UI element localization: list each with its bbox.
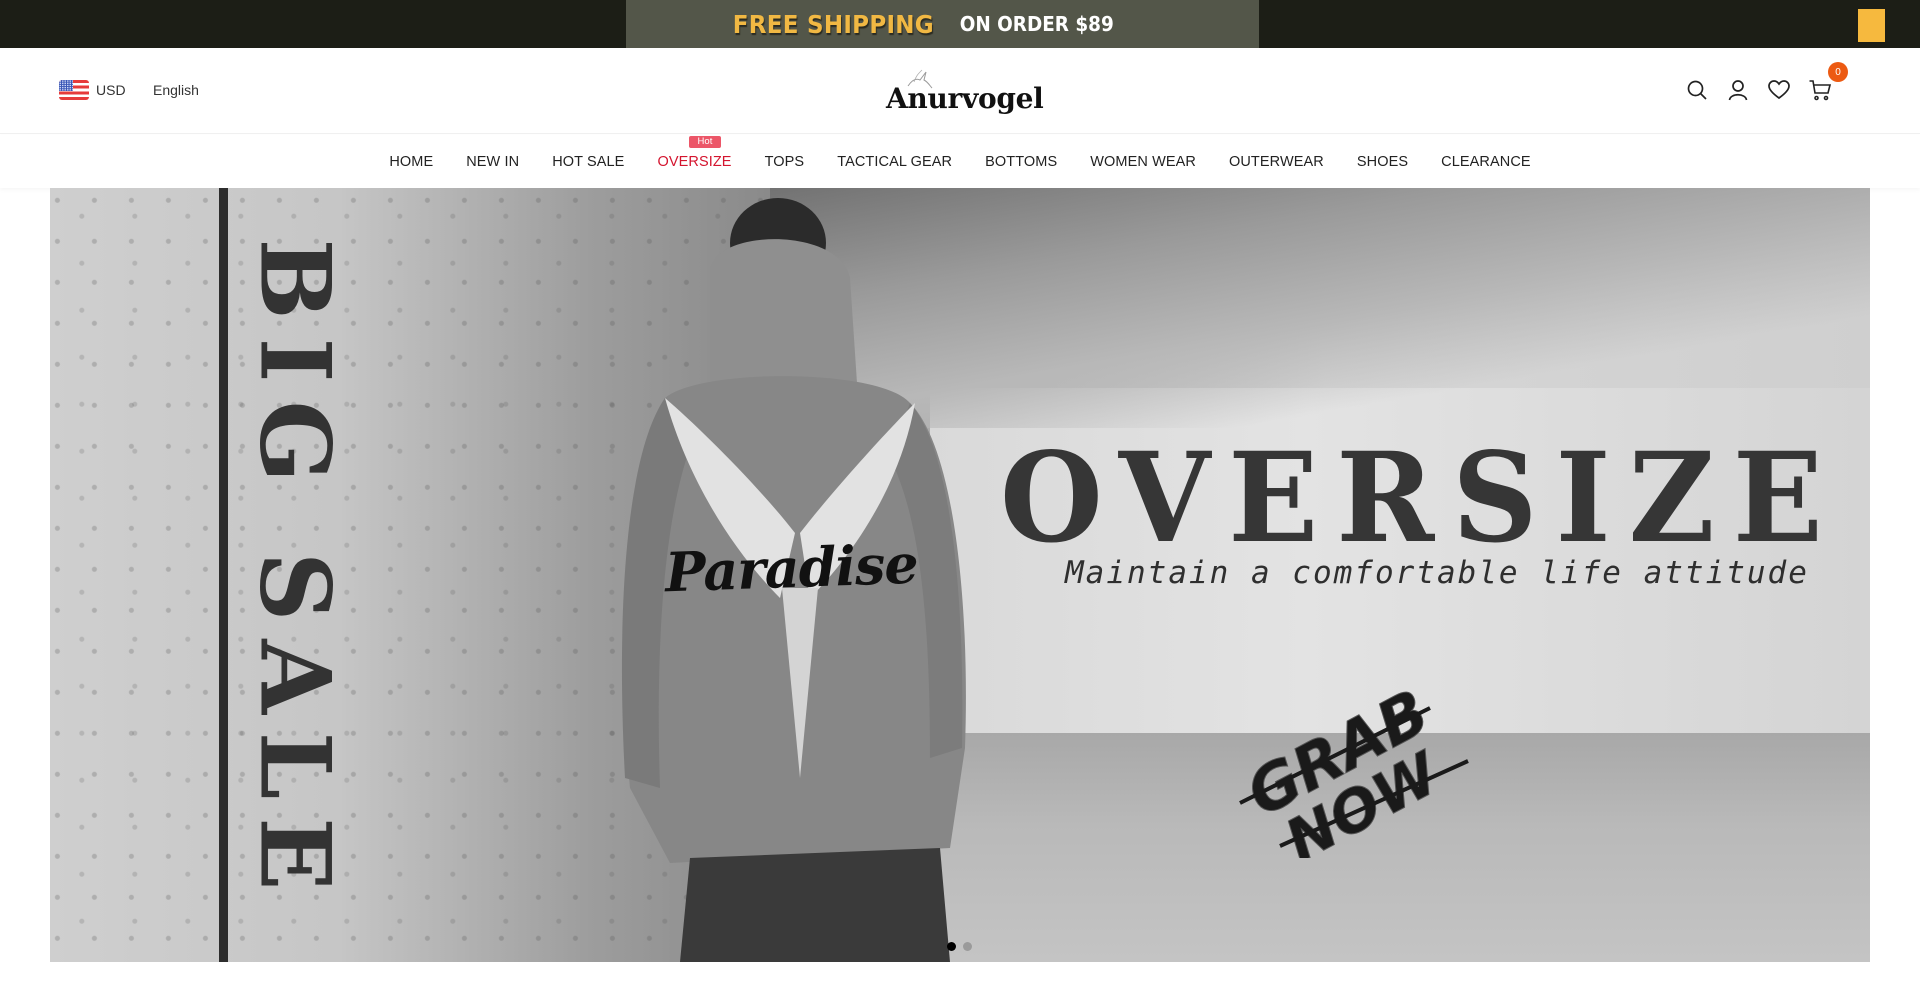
- nav-item-label: NEW IN: [466, 153, 520, 170]
- nav-item-women-wear[interactable]: WOMEN WEAR: [1090, 154, 1196, 170]
- nav-item-label: TOPS: [764, 153, 805, 170]
- logo-text: Anurvogel: [886, 82, 1044, 115]
- nav-item-oversize[interactable]: Hot OVERSIZE: [657, 135, 732, 170]
- hero-banner[interactable]: BIG SALE Paradise OVERSIZE Maintain a co…: [50, 188, 1870, 962]
- nav-item-label: OVERSIZE: [657, 153, 732, 170]
- nav-item-label: CLEARANCE: [1441, 153, 1531, 170]
- wishlist-heart-icon: [1768, 80, 1790, 100]
- nav-item-tops[interactable]: TOPS: [765, 154, 805, 170]
- nav-item-hot-sale[interactable]: HOT SALE: [552, 154, 624, 170]
- announcement-accent-tab: [1858, 9, 1885, 42]
- us-flag-icon: [59, 80, 89, 100]
- language-selector[interactable]: English: [153, 82, 199, 98]
- search-button[interactable]: [1685, 78, 1709, 102]
- nav-item-label: TACTICAL GEAR: [837, 153, 953, 170]
- nav-item-tactical-gear[interactable]: TACTICAL GEAR: [837, 154, 952, 170]
- nav-item-label: OUTERWEAR: [1228, 153, 1324, 170]
- nav-item-shoes[interactable]: SHOES: [1357, 154, 1408, 170]
- nav-item-label: WOMEN WEAR: [1090, 153, 1196, 170]
- nav-item-new-in[interactable]: NEW IN: [466, 154, 519, 170]
- site-logo[interactable]: Anurvogel: [886, 68, 1044, 118]
- nav-item-label: BOTTOMS: [985, 153, 1058, 170]
- nav-item-home[interactable]: HOME: [389, 154, 433, 170]
- slider-pagination: [947, 942, 979, 951]
- nav-item-label: HOT SALE: [552, 153, 625, 170]
- slide-dot-2[interactable]: [963, 942, 972, 951]
- account-icon: [1728, 80, 1748, 101]
- currency-label: USD: [96, 82, 126, 98]
- slide-dot-1[interactable]: [947, 942, 956, 951]
- big-sale-label: BIG SALE: [238, 238, 352, 908]
- nav-item-label: SHOES: [1356, 153, 1409, 170]
- banner-subtitle: Maintain a comfortable life attitude: [1065, 555, 1809, 591]
- free-shipping-banner[interactable]: FREE SHIPPING ON ORDER $89: [626, 0, 1885, 48]
- currency-selector[interactable]: USD: [59, 80, 126, 100]
- header-actions: 0: [1685, 62, 1849, 102]
- free-shipping-highlight: FREE SHIPPING: [733, 9, 935, 39]
- cart-count-badge: 0: [1828, 62, 1848, 82]
- cart-icon: [1809, 80, 1832, 101]
- hoodie-print-text: Paradise: [663, 531, 919, 605]
- nav-item-outerwear[interactable]: OUTERWEAR: [1229, 154, 1324, 170]
- free-shipping-condition: ON ORDER $89: [959, 12, 1114, 36]
- banner-vertical-rule: [219, 188, 228, 962]
- announcement-bar: FREE SHIPPING ON ORDER $89: [0, 0, 1920, 48]
- account-button[interactable]: [1726, 78, 1750, 102]
- nav-item-bottoms[interactable]: BOTTOMS: [985, 154, 1057, 170]
- nav-item-label: HOME: [389, 153, 434, 170]
- big-sale-text: BIG SALE: [239, 238, 352, 908]
- main-navigation: HOME NEW IN HOT SALE Hot OVERSIZE TOPS T…: [0, 135, 1920, 188]
- search-icon: [1687, 80, 1707, 100]
- grab-now-cta[interactable]: GRAB NOW: [1210, 648, 1490, 858]
- nav-item-clearance[interactable]: CLEARANCE: [1441, 154, 1531, 170]
- cart-button[interactable]: 0: [1808, 62, 1848, 102]
- wishlist-button[interactable]: [1767, 78, 1791, 102]
- hot-badge: Hot: [689, 135, 721, 148]
- banner-title: OVERSIZE: [1000, 424, 1841, 571]
- site-header: USD English Anurvogel 0: [0, 48, 1920, 134]
